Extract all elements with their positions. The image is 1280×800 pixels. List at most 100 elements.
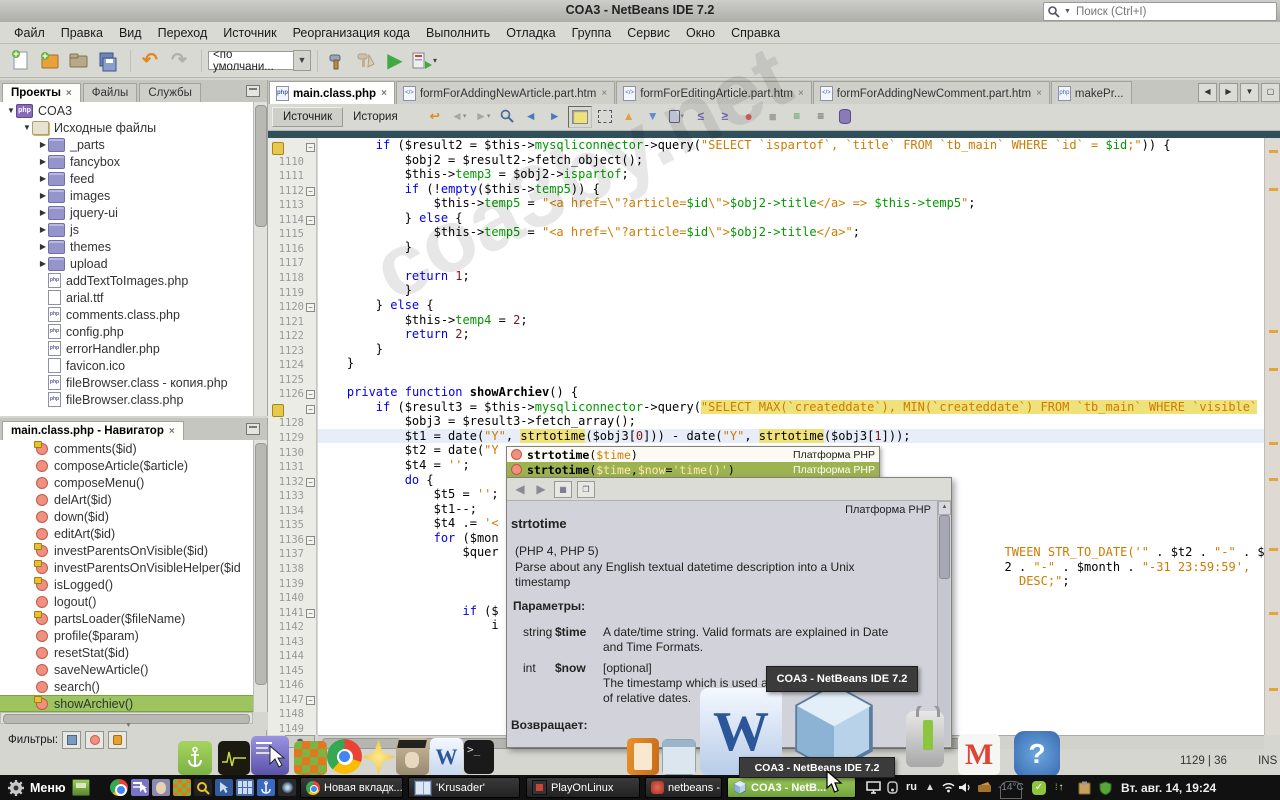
debug-icon[interactable]: ▾ <box>411 48 437 74</box>
minimize-panel-icon[interactable] <box>246 423 260 435</box>
navigator-item[interactable]: resetStat($id) <box>0 644 267 661</box>
editor-tab-3[interactable]: </>formForAddingNewComment.part.htm× <box>813 81 1050 104</box>
run-icon[interactable]: ▶ <box>382 48 408 74</box>
display-tray-icon[interactable] <box>866 781 881 797</box>
anchor-dock-icon[interactable] <box>178 741 212 775</box>
menu-item[interactable]: Выполнить <box>418 24 498 42</box>
navigator-item[interactable]: delArt($id) <box>0 491 267 508</box>
tree-item[interactable]: phpaddTextToImages.php <box>0 272 267 289</box>
doc-forward-icon[interactable]: ▶ <box>533 482 549 497</box>
undo-icon[interactable]: ↶ <box>137 48 163 74</box>
fold-icon[interactable]: − <box>306 405 315 414</box>
tree-item[interactable]: ▶_parts <box>0 136 267 153</box>
filter-static-button[interactable] <box>85 731 104 749</box>
watering-can-dock-icon[interactable] <box>898 706 952 775</box>
redo-icon[interactable]: ↷ <box>166 48 192 74</box>
fold-icon[interactable]: − <box>306 478 315 487</box>
camera-launcher-icon[interactable] <box>278 779 296 796</box>
navigator-item[interactable]: saveNewArticle() <box>0 661 267 678</box>
new-project-icon[interactable] <box>37 48 63 74</box>
tree-item[interactable]: arial.ttf <box>0 289 267 306</box>
prev-bookmark-icon[interactable]: ▲ <box>618 106 640 126</box>
tree-item[interactable]: ▶jquery-ui <box>0 204 267 221</box>
save-all-icon[interactable] <box>95 48 121 74</box>
task-button-0[interactable]: Новая вкладк... <box>300 777 403 798</box>
star-dock-icon[interactable] <box>361 739 396 775</box>
fold-icon[interactable]: − <box>306 216 315 225</box>
navigator-item[interactable]: partsLoader($fileName) <box>0 610 267 627</box>
search-input[interactable] <box>1074 5 1276 19</box>
checkerboard-dock-icon[interactable] <box>294 741 327 775</box>
back-icon[interactable]: ◄▾ <box>448 106 470 126</box>
menu-item[interactable]: Реорганизация кода <box>285 24 418 42</box>
chrome-launcher-icon[interactable] <box>110 779 128 796</box>
stop-macro-icon[interactable]: ■ <box>762 106 784 126</box>
word-small-dock-icon[interactable]: W <box>430 738 463 775</box>
combo-dropdown-icon[interactable]: ▼ <box>293 50 311 71</box>
autocomplete-popup[interactable]: strtotime($time)Платформа PHPstrtotime($… <box>506 446 880 479</box>
navigator-item[interactable]: investParentsOnVisible($id) <box>0 542 267 559</box>
error-stripe-mark[interactable] <box>1269 150 1278 153</box>
history-view-button[interactable]: История <box>343 108 408 126</box>
wifi-tray-icon[interactable] <box>941 781 956 796</box>
help-dock-icon[interactable]: ? <box>1014 731 1060 777</box>
record-macro-icon[interactable]: ● <box>738 106 760 126</box>
error-stripe-mark[interactable] <box>1269 612 1278 615</box>
task-button-1[interactable]: 'Krusader' <box>408 777 520 798</box>
next-occurrence-icon[interactable]: ► <box>544 106 566 126</box>
navigator-item[interactable]: editArt($id) <box>0 525 267 542</box>
navigator-item[interactable]: logout() <box>0 593 267 610</box>
splitter-expand-icon[interactable]: ▼ <box>125 722 132 729</box>
tools-tray-icon[interactable] <box>977 781 993 797</box>
new-file-icon[interactable] <box>8 48 34 74</box>
tree-item[interactable]: phpconfig.php <box>0 323 267 340</box>
fold-icon[interactable]: − <box>306 143 315 152</box>
terminal-dock-icon[interactable]: >_ <box>464 740 494 774</box>
chrome-dock-icon[interactable] <box>327 739 362 774</box>
menu-item[interactable]: Вид <box>111 24 150 42</box>
completion-item[interactable]: strtotime($time, $now = 'time()')Платфор… <box>507 462 879 477</box>
search-dropdown-icon[interactable]: ▼ <box>1064 8 1071 15</box>
weather-tray-icon[interactable]: -14°C <box>1000 781 1022 799</box>
sidebar-tab-1[interactable]: Файлы <box>83 83 138 102</box>
sidebar-tab-0[interactable]: Проекты× <box>2 83 81 102</box>
collapse-tray-icon[interactable]: ▲ <box>925 781 935 793</box>
fold-icon[interactable]: − <box>306 390 315 399</box>
error-stripe-mark[interactable] <box>1269 330 1278 333</box>
doc-back-icon[interactable]: ◀ <box>512 482 528 497</box>
error-stripe-mark[interactable] <box>1269 188 1278 191</box>
uncomment-icon[interactable]: ≡ <box>810 106 832 126</box>
quick-search[interactable]: ▼ <box>1043 2 1277 21</box>
last-edit-icon[interactable]: ↩ <box>424 106 446 126</box>
sidebar-tab-2[interactable]: Службы <box>139 83 201 102</box>
volume-tray-icon[interactable] <box>958 781 972 797</box>
tree-item[interactable]: ▼Исходные файлы <box>0 119 267 136</box>
tree-item[interactable]: ▶images <box>0 187 267 204</box>
navigator-item[interactable]: down($id) <box>0 508 267 525</box>
doc-browser-icon[interactable]: ❐ <box>577 481 595 498</box>
tree-item[interactable]: ▶fancybox <box>0 153 267 170</box>
oscilloscope-dock-icon[interactable] <box>218 741 250 775</box>
next-bookmark-icon[interactable]: ▼ <box>642 106 664 126</box>
menu-item[interactable]: Окно <box>678 24 723 42</box>
maximize-editor-icon[interactable]: ▢ <box>1261 83 1280 102</box>
projects-scrollbar[interactable] <box>253 102 267 416</box>
shield-tray-icon[interactable] <box>1099 781 1112 798</box>
comment-icon[interactable]: ≡ <box>786 106 808 126</box>
navigator-item[interactable]: profile($param) <box>0 627 267 644</box>
tab-list-dropdown-icon[interactable]: ▼ <box>1240 83 1259 102</box>
language-indicator[interactable]: ru <box>906 781 917 793</box>
fold-icon[interactable]: − <box>306 609 315 618</box>
menu-item[interactable]: Группа <box>564 24 620 42</box>
run-config-combo[interactable]: <по умолчани... <box>208 51 294 70</box>
error-stripe-mark[interactable] <box>1269 548 1278 551</box>
menu-item[interactable]: Отладка <box>498 24 563 42</box>
fold-icon[interactable]: − <box>306 536 315 545</box>
rect-selection-icon[interactable] <box>594 106 616 126</box>
tree-item[interactable]: ▶js <box>0 221 267 238</box>
checkerboard-launcher-icon[interactable] <box>173 779 191 796</box>
notifier-tray-icon[interactable] <box>886 781 899 797</box>
find-icon[interactable] <box>496 106 518 126</box>
error-stripe-mark[interactable] <box>1269 688 1278 691</box>
fold-icon[interactable]: − <box>306 303 315 312</box>
